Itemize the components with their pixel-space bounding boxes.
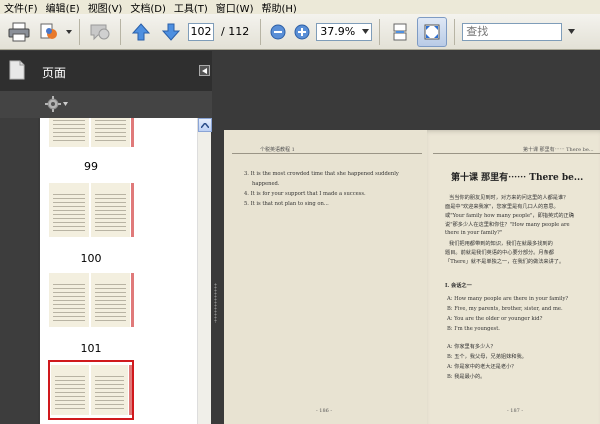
thumbnail-list[interactable]: 99 100 101 102 xyxy=(40,118,197,424)
paragraph-line: 我们把用都带到的知识，我们在就最多找到的 xyxy=(449,241,553,247)
share-button[interactable] xyxy=(36,19,62,45)
collapse-panel-button[interactable] xyxy=(199,65,210,76)
navigation-strip xyxy=(0,91,38,424)
page-number: - 186 - xyxy=(316,408,333,414)
thumbnail-page-99[interactable] xyxy=(48,118,134,150)
toolbar: 102 / 112 37.9% xyxy=(0,14,600,50)
menu-tools[interactable]: 工具(T) xyxy=(174,0,208,15)
thumbnail-page-101[interactable] xyxy=(48,270,134,330)
text-line: 3. It is the most crowded time that she … xyxy=(244,171,399,177)
search-input[interactable] xyxy=(462,22,563,41)
menu-view[interactable]: 视图(V) xyxy=(88,0,123,15)
toolbar-separator xyxy=(79,18,80,45)
gear-icon xyxy=(45,96,61,112)
header-rule xyxy=(232,153,422,154)
menu-bar: 文件(F) 编辑(E) 视图(V) 文档(D) 工具(T) 窗口(W) 帮助(H… xyxy=(0,0,600,14)
dialogue-title: I. 会话之一 xyxy=(445,283,472,289)
menu-file[interactable]: 文件(F) xyxy=(4,0,38,15)
paragraph-line: there in your family?" xyxy=(445,230,503,236)
text-line: 4. It is for your support that I made a … xyxy=(244,191,366,197)
document-view[interactable]: 个税英语教程 1 3. It is the most crowded time … xyxy=(220,51,600,424)
panel-title: 页面 xyxy=(42,66,67,80)
dialogue-line: B: 我是最小的。 xyxy=(447,374,486,380)
next-page-button[interactable] xyxy=(158,19,184,45)
dialogue-line: A: 你是家中的老大还是老小？ xyxy=(447,364,517,370)
text-line: happened. xyxy=(252,181,280,187)
menu-document[interactable]: 文档(D) xyxy=(130,0,166,15)
printer-icon xyxy=(8,22,30,41)
splitter-grip[interactable] xyxy=(214,283,217,323)
arrow-up-icon xyxy=(131,22,151,40)
dialogue-line: A: You are the older or younger kid? xyxy=(447,316,543,322)
thumbnail-scrollbar[interactable] xyxy=(197,118,212,424)
paragraph-line: 或"Your family how many people"，即指英式的正确 xyxy=(445,213,574,219)
text-line: 5. It is that not plan to sing on... xyxy=(244,201,329,207)
dialogue-line: B: Five, my parents, brother, sister, an… xyxy=(447,306,563,312)
pages-panel-header: 页面 xyxy=(0,51,215,91)
search-options-button[interactable] xyxy=(566,23,576,41)
fit-page-button[interactable] xyxy=(417,16,448,47)
thumbnail-label: 99 xyxy=(84,160,98,173)
menu-edit[interactable]: 编辑(E) xyxy=(46,0,80,15)
page-left: 个税英语教程 1 3. It is the most crowded time … xyxy=(224,130,427,424)
toolbar-separator xyxy=(260,18,262,45)
menu-window[interactable]: 窗口(W) xyxy=(216,0,254,15)
pages-icon[interactable] xyxy=(9,60,25,80)
paragraph-line: 题目。前就是我们英语的中心要分部分。月条都 xyxy=(445,250,554,256)
scroll-up-button[interactable] xyxy=(198,118,212,132)
chevron-up-icon xyxy=(201,122,209,128)
arrow-down-icon xyxy=(161,23,181,41)
zoom-out-icon xyxy=(270,24,286,39)
share-icon xyxy=(40,23,57,39)
thumbnail-page-102[interactable] xyxy=(48,360,134,420)
chevron-down-icon[interactable] xyxy=(66,22,72,42)
panel-toolbar xyxy=(0,91,215,118)
previous-page-button[interactable] xyxy=(128,19,154,45)
page-number: - 187 - xyxy=(507,408,524,414)
page-total: / 112 xyxy=(221,25,250,38)
toolbar-separator xyxy=(120,18,121,45)
toolbar-separator xyxy=(379,18,381,45)
page-number-input[interactable]: 102 xyxy=(188,22,214,41)
dialogue-line: A: 你家里有多少人？ xyxy=(447,344,496,350)
scrolling-page-icon xyxy=(393,23,407,40)
zoom-select[interactable]: 37.9% xyxy=(316,22,373,41)
menu-help[interactable]: 帮助(H) xyxy=(261,0,296,15)
thumbnail-label: 100 xyxy=(80,252,102,265)
chapter-title: 第十课 那里有⋯⋯ There be... xyxy=(451,173,584,183)
zoom-value: 37.9% xyxy=(320,25,356,38)
paragraph-line: 当当你的朋友见到时，对方来的问这里的人都是谁？ xyxy=(449,195,569,201)
fit-page-icon xyxy=(424,24,440,39)
zoom-in-icon xyxy=(294,24,310,39)
dialogue-line: B: 五个，我父母，兄弟姐妹和我。 xyxy=(447,354,527,360)
comment-icon xyxy=(90,24,110,40)
chevron-left-icon xyxy=(202,67,207,74)
comment-button[interactable] xyxy=(87,19,113,45)
thumbnail-page-100[interactable] xyxy=(48,180,134,240)
zoom-out-button[interactable] xyxy=(268,19,288,45)
dialogue-line: B: I'm the youngest. xyxy=(447,326,500,332)
chevron-down-icon xyxy=(567,29,575,34)
paragraph-line: 「There」就不是单独之一，在我们的做法来讲了。 xyxy=(445,259,565,265)
thumbnail-label: 101 xyxy=(80,342,102,355)
page-header: 第十课 那里有⋯⋯ There be... xyxy=(523,147,594,153)
page-right: 第十课 那里有⋯⋯ There be... 第十课 那里有⋯⋯ There be… xyxy=(427,130,600,424)
chevron-down-icon xyxy=(362,29,370,34)
page-header: 个税英语教程 1 xyxy=(260,147,295,153)
paragraph-line: 面是中"欢迎来我家"，您家里是有几口人的意思。 xyxy=(445,204,559,210)
paragraph-line: 说"那多少人在这里和你住？"How many people are xyxy=(445,222,570,228)
panel-splitter[interactable] xyxy=(212,51,220,424)
print-button[interactable] xyxy=(6,19,32,45)
toolbar-separator xyxy=(454,18,456,45)
chevron-down-icon xyxy=(63,102,68,106)
dialogue-line: A: How many people are there in your fam… xyxy=(447,296,569,302)
options-button[interactable] xyxy=(45,96,68,112)
zoom-in-button[interactable] xyxy=(292,19,312,45)
scroll-mode-button[interactable] xyxy=(387,19,413,45)
header-rule xyxy=(433,153,600,154)
